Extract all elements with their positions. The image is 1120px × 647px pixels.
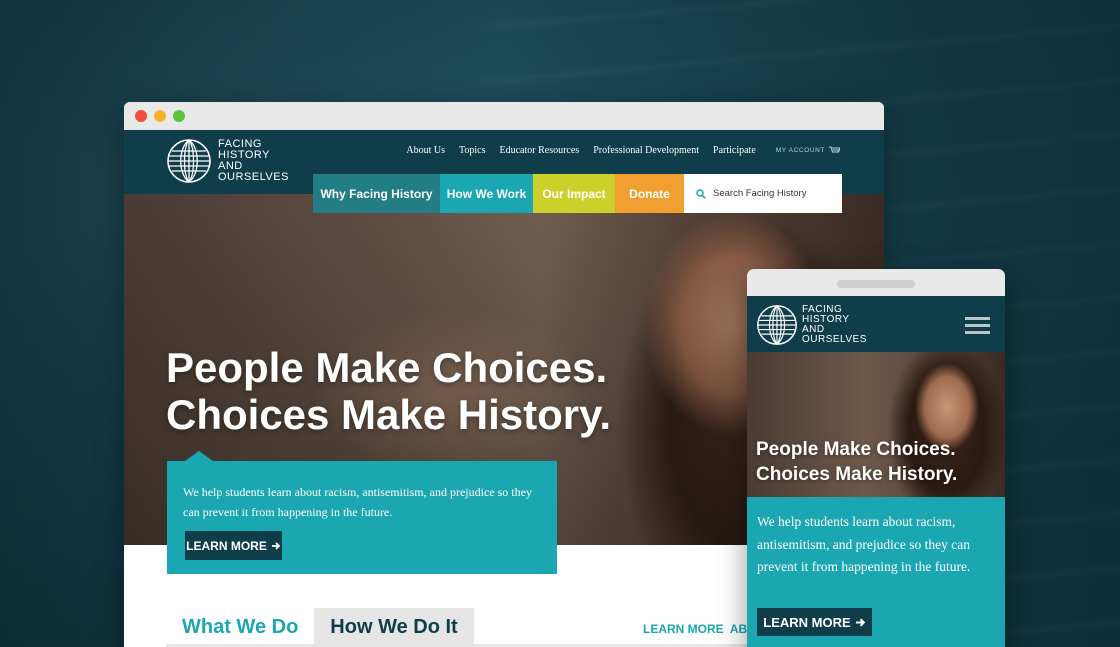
minimize-window-dot[interactable] <box>154 110 166 122</box>
nav-educator-resources[interactable]: Educator Resources <box>500 145 580 156</box>
search-icon <box>696 188 706 199</box>
mobile-headline-line-1: People Make Choices. <box>756 439 956 460</box>
globe-logo-icon <box>167 139 211 183</box>
cart-icon <box>829 146 840 153</box>
logo-wordmark: FACING HISTORY AND OURSELVES <box>802 305 867 345</box>
content-tabs: What We Do How We Do It <box>166 608 474 647</box>
hero-headline-line-1: People Make Choices. <box>166 344 608 391</box>
browser-chrome <box>124 102 884 130</box>
learn-more-button[interactable]: LEARN MORE <box>185 531 282 560</box>
nav-our-impact[interactable]: Our Impact <box>533 174 615 213</box>
search-input[interactable]: Search Facing History <box>684 174 842 213</box>
arrow-right-icon <box>855 617 865 627</box>
logo-line: OURSELVES <box>218 171 289 183</box>
mobile-headline-line-2: Choices Make History. <box>756 464 958 485</box>
nav-topics[interactable]: Topics <box>459 145 486 156</box>
hero-headline-line-2: Choices Make History. <box>166 391 612 438</box>
hero-callout: We help students learn about racism, ant… <box>167 451 557 574</box>
mobile-learn-more-label: LEARN MORE <box>763 614 851 630</box>
logo-line: OURSELVES <box>802 334 867 345</box>
hero-body-text: We help students learn about racism, ant… <box>183 485 532 519</box>
main-nav: Why Facing History How We Work Our Impac… <box>313 174 842 213</box>
logo-wordmark: FACING HISTORY AND OURSELVES <box>218 139 289 183</box>
mobile-learn-more-button[interactable]: LEARN MORE <box>757 608 872 636</box>
nav-about-us[interactable]: About Us <box>406 145 445 156</box>
my-account-label: MY ACCOUNT <box>775 147 825 154</box>
hero-headline: People Make Choices. Choices Make Histor… <box>166 344 611 438</box>
mobile-hero-headline: People Make Choices. Choices Make Histor… <box>756 437 957 487</box>
tab-how-we-do-it[interactable]: How We Do It <box>314 608 474 647</box>
learn-more-label: LEARN MORE <box>186 538 267 553</box>
mobile-body-text: We help students learn about racism, ant… <box>757 514 971 574</box>
site-logo[interactable]: FACING HISTORY AND OURSELVES <box>166 138 289 184</box>
nav-participate[interactable]: Participate <box>713 145 756 156</box>
tab-what-we-do[interactable]: What We Do <box>166 608 314 647</box>
nav-donate[interactable]: Donate <box>615 174 684 213</box>
maximize-window-dot[interactable] <box>173 110 185 122</box>
my-account-link[interactable]: MY ACCOUNT <box>776 146 840 155</box>
globe-logo-icon <box>757 305 797 345</box>
mobile-hero-callout: We help students learn about racism, ant… <box>747 497 1005 647</box>
nav-why-facing-history[interactable]: Why Facing History <box>313 174 440 213</box>
phone-speaker <box>837 280 915 288</box>
search-placeholder: Search Facing History <box>713 188 807 199</box>
mobile-header: FACING HISTORY AND OURSELVES <box>747 296 1005 352</box>
utility-nav: About Us Topics Educator Resources Profe… <box>406 145 840 156</box>
mobile-device: FACING HISTORY AND OURSELVES People Make… <box>747 269 1005 647</box>
arrow-right-icon <box>271 541 281 550</box>
nav-how-we-work[interactable]: How We Work <box>440 174 533 213</box>
mobile-site-logo[interactable]: FACING HISTORY AND OURSELVES <box>756 304 867 346</box>
close-window-dot[interactable] <box>135 110 147 122</box>
nav-professional-development[interactable]: Professional Development <box>593 145 699 156</box>
hamburger-icon[interactable] <box>965 317 990 334</box>
